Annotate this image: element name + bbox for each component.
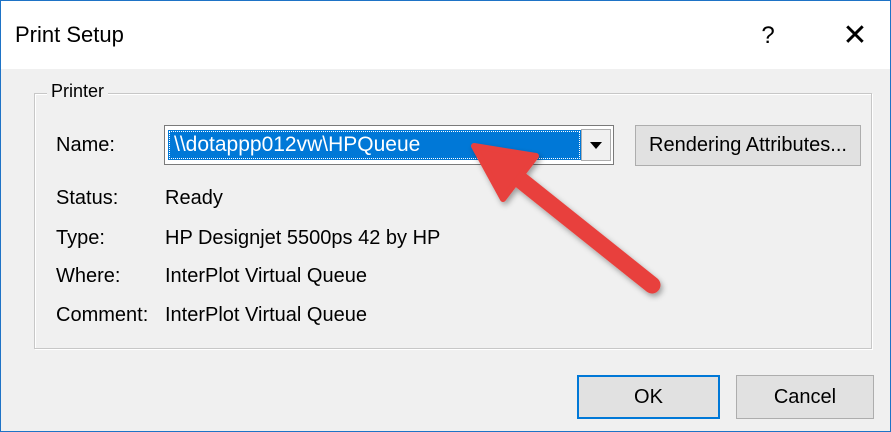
name-label: Name: [56,134,115,156]
printer-name-selected-value[interactable]: \\dotappp012vw\HPQueue [168,130,581,160]
printer-name-combobox[interactable]: \\dotappp012vw\HPQueue [164,125,614,165]
comment-label: Comment: [56,304,149,326]
cancel-button[interactable]: Cancel [736,375,874,419]
ok-button[interactable]: OK [577,375,720,419]
dialog-title: Print Setup [15,22,124,47]
type-value: HP Designjet 5500ps 42 by HP [165,227,441,249]
rendering-attributes-button[interactable]: Rendering Attributes... [635,125,861,166]
status-label: Status: [56,187,119,209]
help-button[interactable]: ? [743,11,793,61]
where-value: InterPlot Virtual Queue [165,265,367,287]
combobox-dropdown-button[interactable] [581,129,611,161]
comment-value: InterPlot Virtual Queue [165,304,367,326]
status-value: Ready [165,187,223,209]
where-label: Where: [56,265,121,287]
print-setup-dialog: Print Setup ? ✕ Printer Name: \\dotappp0… [0,0,891,432]
printer-group-legend: Printer [47,81,109,102]
title-bar: Print Setup ? ✕ [1,1,890,69]
type-label: Type: [56,227,105,249]
chevron-down-icon [590,141,602,149]
close-button[interactable]: ✕ [827,11,883,61]
